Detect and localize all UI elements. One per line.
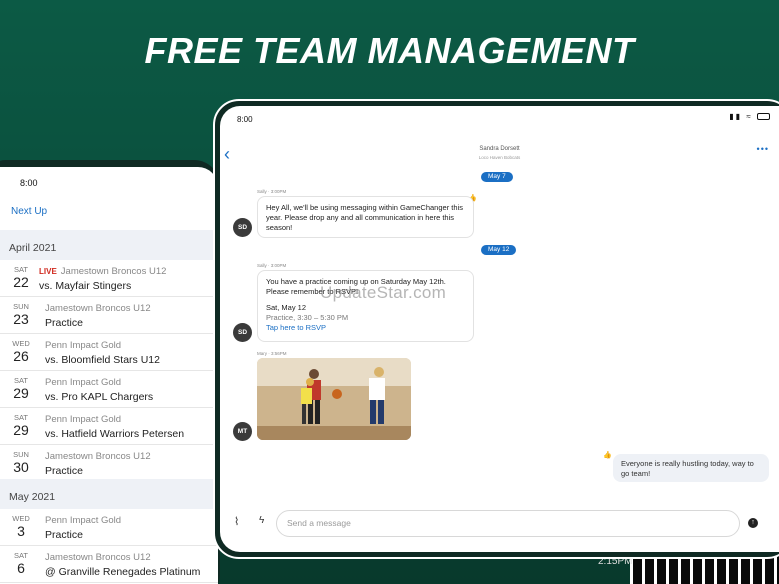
event-dow: SAT <box>13 413 29 422</box>
message-bubble: You have a practice coming up on Saturda… <box>257 270 474 342</box>
status-icons: ▮▮ ≈ <box>729 112 770 121</box>
event-team: Penn Impact Gold <box>45 515 122 526</box>
event-day: 30 <box>13 459 29 475</box>
send-icon[interactable]: ↑ <box>748 518 758 528</box>
event-team: Jamestown Broncos U12 <box>45 552 151 563</box>
event-row[interactable]: SUN 30 Jamestown Broncos U12 Practice <box>0 445 218 482</box>
event-dow: SAT <box>13 265 29 274</box>
status-time: 8:00 <box>20 178 38 188</box>
avatar: SD <box>233 218 252 237</box>
event-day: 23 <box>13 311 29 327</box>
event-day: 26 <box>13 348 29 364</box>
message-bubble: Hey All, we'll be using messaging within… <box>257 196 474 238</box>
event-dow: SUN <box>13 302 29 311</box>
event-title: vs. Mayfair Stingers <box>39 280 132 292</box>
more-dots-icon[interactable]: ••• <box>757 144 769 154</box>
date-pill: May 7 <box>481 172 513 182</box>
event-row[interactable]: SAT 22 LIVE Jamestown Broncos U12 vs. May… <box>0 260 218 297</box>
battery-icon <box>757 113 770 121</box>
event-title: vs. Hatfield Warriors Petersen <box>45 428 185 440</box>
event-detail: Practice, 3:30 – 5:30 PM <box>266 313 349 322</box>
event-title: Practice <box>45 529 83 541</box>
live-badge: LIVE <box>39 267 57 276</box>
event-day: 6 <box>17 560 25 576</box>
event-title: vs. Pro KAPL Chargers <box>45 391 154 403</box>
message-meta: Sally · 3:00PM <box>257 263 287 268</box>
event-title: @ Granville Renegades Platinum <box>45 566 201 578</box>
event-dow: SAT <box>13 551 29 560</box>
paperclip-icon[interactable]: ⌇ <box>234 515 239 528</box>
event-dow: SAT <box>13 376 29 385</box>
event-title: vs. Bloomfield Stars U12 <box>45 354 160 366</box>
event-team: Penn Impact Gold <box>45 377 122 388</box>
message-meta: Sally · 3:00PM <box>257 189 287 194</box>
message-meta: Mary · 3:56PM <box>257 351 287 356</box>
event-team: Penn Impact Gold <box>45 340 122 351</box>
event-team: Jamestown Broncos U12 <box>45 451 151 462</box>
event-day: 22 <box>13 274 29 290</box>
headline: FREE TEAM MANAGEMENT <box>144 30 635 71</box>
event-row[interactable]: SUN 23 Jamestown Broncos U12 Practice <box>0 297 218 334</box>
event-title: Practice <box>45 465 83 477</box>
event-row[interactable]: WED 26 Penn Impact Gold vs. Bloomfield S… <box>0 334 218 371</box>
event-dow: WED <box>12 339 30 348</box>
basketball-photo[interactable] <box>257 358 411 440</box>
date-pill: May 12 <box>481 245 517 255</box>
month-header: May 2021 <box>0 479 218 509</box>
event-date: Sat, May 12 <box>266 303 307 312</box>
event-row[interactable]: SAT 29 Penn Impact Gold vs. Hatfield War… <box>0 408 218 445</box>
event-day: 3 <box>17 523 25 539</box>
event-day: 29 <box>13 385 29 401</box>
next-up-tab[interactable]: Next Up <box>11 206 47 217</box>
thumbs-up-icon[interactable]: 👍 <box>603 451 612 459</box>
event-team: LIVE Jamestown Broncos U12 <box>39 266 167 277</box>
event-dow: SUN <box>13 450 29 459</box>
month-header: April 2021 <box>0 230 218 260</box>
event-row[interactable]: WED 3 Penn Impact Gold Practice <box>0 509 218 546</box>
watermark: UpdateStar.com <box>320 283 447 302</box>
event-team: Penn Impact Gold <box>45 414 122 425</box>
event-day: 29 <box>13 422 29 438</box>
schedule-screen: 8:00 Next Up April 2021 SAT 22 LIVE James… <box>0 167 218 584</box>
avatar: SD <box>233 323 252 342</box>
contact-name: Sandra Dorsett <box>479 146 520 152</box>
event-row[interactable]: SAT 29 Penn Impact Gold vs. Pro KAPL Cha… <box>0 371 218 408</box>
lightning-icon[interactable]: ϟ <box>259 515 264 526</box>
message-input[interactable]: Send a message <box>276 510 740 537</box>
status-time: 8:00 <box>237 115 253 124</box>
rsvp-link[interactable]: Tap here to RSVP <box>266 323 465 333</box>
avatar: MT <box>233 422 252 441</box>
event-team: Jamestown Broncos U12 <box>45 303 151 314</box>
event-row[interactable]: SAT 6 Jamestown Broncos U12 @ Granville … <box>0 546 218 583</box>
contact-subtitle: Loco Haven Bobcats <box>478 155 521 160</box>
my-message-bubble: Everyone is really hustling today, way t… <box>613 454 769 482</box>
event-title: Practice <box>45 317 83 329</box>
chat-screen: 8:00 ▮▮ ≈ ‹ Sandra Dorsett Loco Haven Bo… <box>220 106 779 552</box>
event-dow: WED <box>12 514 30 523</box>
